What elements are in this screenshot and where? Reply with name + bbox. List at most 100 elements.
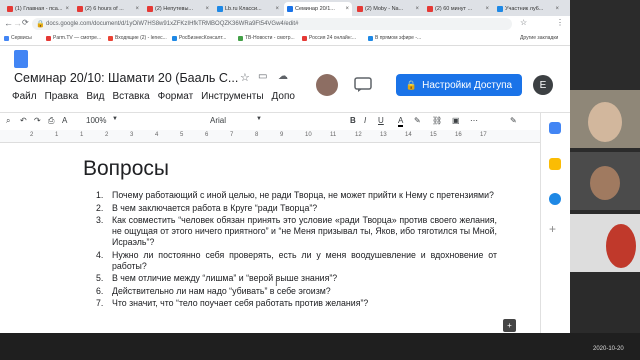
bookmark-item[interactable]: В прямом эфире -... (368, 35, 421, 41)
list-number: 1. (96, 190, 104, 200)
list-item: 2. В чем заключается работа в Круге “ради… (92, 203, 497, 214)
italic-icon[interactable]: I (364, 116, 366, 125)
menu-item[interactable]: Формат (158, 91, 194, 102)
zoom-select[interactable]: 100% (86, 116, 106, 125)
question-text: В чем заключается работа в Круге “ради Т… (112, 202, 318, 213)
text-color-icon[interactable]: A (398, 116, 404, 127)
undo-icon[interactable]: ↶ (20, 116, 27, 125)
underline-icon[interactable]: U (378, 116, 384, 125)
browser-tab[interactable]: (2) 60 минут ... × (424, 2, 492, 16)
video-call-panel (570, 0, 640, 360)
tasks-icon[interactable] (549, 193, 561, 205)
participant-video-1[interactable] (570, 90, 640, 148)
participant-video-3[interactable] (570, 214, 640, 272)
add-addon-icon[interactable]: + (549, 223, 561, 235)
menu-item[interactable]: Вид (86, 91, 104, 102)
ruler-tick-label: 5 (180, 132, 184, 138)
close-tab-icon[interactable]: × (555, 6, 559, 12)
calendar-icon[interactable] (549, 122, 561, 134)
bookmark-favicon-icon (46, 35, 51, 41)
bookmark-item[interactable]: ТВ-Новости - смотр... (238, 35, 295, 41)
questions-list: 1. Почему работающий с иной целью, не рад… (92, 190, 497, 311)
chevron-down-icon: ▼ (112, 116, 118, 122)
lock-icon: 🔒 (36, 21, 45, 28)
link-icon[interactable]: ⛓ (432, 116, 442, 125)
list-item: 4. Нужно ли постоянно себя проверять, ест… (92, 250, 497, 272)
tab-favicon-icon (287, 6, 293, 12)
url-field[interactable]: 🔒 docs.google.com/document/d/1yOiW7HS8w9… (32, 18, 512, 30)
insert-comment-icon[interactable]: ▣ (452, 116, 460, 125)
tab-label: Семинар 20/1... (295, 6, 335, 12)
editing-mode-icon[interactable]: ✎ (510, 116, 517, 125)
close-tab-icon[interactable]: × (65, 6, 69, 12)
search-menus-icon[interactable]: ⌕ (6, 116, 10, 126)
cloud-status-icon: ☁ (278, 71, 288, 82)
docs-logo-icon[interactable] (14, 50, 28, 68)
menu-item[interactable]: Файл (12, 91, 37, 102)
bookmark-item[interactable]: Сервисы (4, 35, 32, 41)
participant-video-2[interactable] (570, 152, 640, 210)
browser-tab[interactable]: (2) 6 hours of ... × (74, 2, 142, 16)
bookmark-item[interactable]: Входящие (2) - lenec... (108, 35, 167, 41)
ruler-tick-label: 2 (30, 132, 34, 138)
font-select[interactable]: Arial (210, 116, 226, 125)
browser-tab[interactable]: Lb.ru Класси... × (214, 2, 282, 16)
document-title[interactable]: Семинар 20/10: Шамати 20 (Бааль С... (14, 71, 238, 85)
close-tab-icon[interactable]: × (485, 6, 489, 12)
tab-label: (2) 60 минут ... (435, 6, 473, 12)
browser-tab[interactable]: (2) Непутевы... × (144, 2, 212, 16)
bookmark-item[interactable]: РосБизнесКонсалт... (172, 35, 226, 41)
comment-history-icon[interactable] (354, 77, 372, 93)
redo-icon[interactable]: ↷ (34, 116, 41, 125)
browser-tab[interactable]: Участник лу6... × (494, 2, 562, 16)
tab-favicon-icon (147, 6, 153, 12)
bookmark-item[interactable]: Parm.TV — смотре... (46, 35, 101, 41)
other-bookmarks[interactable]: Другие закладки (520, 35, 558, 41)
question-text: Что значит, что “тело поучает себя работ… (112, 298, 369, 308)
back-icon[interactable]: ← (4, 18, 13, 28)
spellcheck-icon[interactable]: A (62, 116, 67, 125)
menu-item[interactable]: Инструменты (201, 91, 263, 102)
document-page[interactable]: Вопросы 1. Почему работающий с иной целью… (0, 143, 540, 333)
menu-item[interactable]: Правка (45, 91, 79, 102)
print-icon[interactable]: ⎙ (48, 116, 54, 126)
menu-dots-icon[interactable]: ⋮ (556, 18, 564, 27)
close-tab-icon[interactable]: × (275, 6, 279, 12)
browser-tab[interactable]: (1) Главная - пса... × (4, 2, 72, 16)
close-tab-icon[interactable]: × (205, 6, 209, 12)
tab-favicon-icon (427, 6, 433, 12)
account-avatar[interactable]: E (533, 75, 553, 95)
browser-tab[interactable]: (2) Moby - Na... × (354, 2, 422, 16)
list-item: 6. Действительно ли нам надо “убивать” в … (92, 286, 497, 297)
bookmark-item[interactable]: Россия 24 онлайн:... (302, 35, 356, 41)
star-doc-icon[interactable]: ☆ (240, 71, 250, 84)
menu-item[interactable]: Допо (272, 91, 295, 102)
forward-icon[interactable]: → (13, 18, 22, 28)
menu-item[interactable]: Вставка (112, 91, 149, 102)
reload-icon[interactable]: ⟳ (22, 18, 29, 27)
collaborator-avatar[interactable] (316, 74, 338, 96)
ruler-tick-label: 1 (80, 132, 84, 138)
tab-favicon-icon (77, 6, 83, 12)
bookmark-label: Сервисы (11, 35, 32, 41)
ruler-tick-label: 6 (205, 132, 209, 138)
close-tab-icon[interactable]: × (345, 6, 349, 12)
chevron-down-icon: ▼ (256, 116, 262, 122)
close-tab-icon[interactable]: × (135, 6, 139, 12)
star-icon[interactable]: ☆ (520, 18, 527, 27)
bookmarks-bar: Сервисы Parm.TV — смотре... Входящие (2) -… (0, 32, 570, 46)
browser-tab[interactable]: Семинар 20/1... × (284, 2, 352, 16)
move-folder-icon[interactable]: ▭ (258, 71, 267, 82)
ruler-tick-label: 13 (380, 132, 387, 138)
bookmark-favicon-icon (368, 35, 373, 41)
question-text: Как совместить “человек обязан принять э… (112, 215, 497, 247)
close-tab-icon[interactable]: × (415, 6, 419, 12)
list-number: 2. (96, 202, 104, 213)
add-comment-icon[interactable]: + (503, 319, 516, 332)
highlight-icon[interactable]: ✎ (414, 116, 421, 125)
share-button[interactable]: 🔒 Настройки Доступа (396, 74, 522, 96)
ruler[interactable]: 2 1 1 2 3 4 5 6 7 8 9 10 11 12 13 14 15 16 17 (0, 130, 540, 143)
keep-icon[interactable] (549, 158, 561, 170)
more-icon[interactable]: ⋯ (470, 116, 478, 125)
bold-icon[interactable]: B (350, 116, 356, 125)
